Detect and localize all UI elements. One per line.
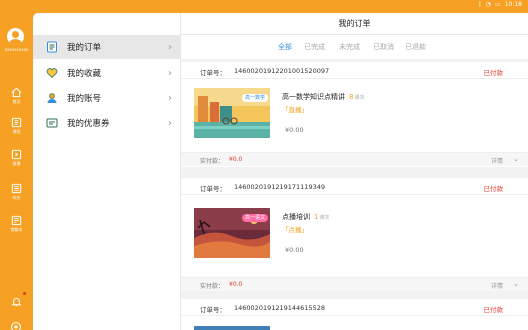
- menu-item-label: 我的订单: [67, 43, 102, 53]
- order-header: 订单号： 14600201912201001520097 已付款: [181, 62, 528, 79]
- lesson-unit: 课次: [319, 215, 330, 221]
- heart-icon: [46, 68, 58, 79]
- order-tabs: 全部 已完成 未完成 已取消 已退款: [181, 35, 528, 59]
- book-icon: [11, 117, 22, 128]
- status-bar: ᛒ ◔ ▭ 10:18: [0, 0, 528, 11]
- settings-icon[interactable]: [10, 321, 22, 330]
- course-type-tag: 「直播」: [282, 106, 308, 114]
- tab-incomplete[interactable]: 未完成: [339, 42, 360, 52]
- paid-amount: ¥0.0: [229, 281, 243, 288]
- course-title: 高一数学知识点精讲: [282, 93, 345, 101]
- order-status: 已付款: [483, 306, 504, 314]
- chevron-right-icon: ›: [168, 117, 172, 129]
- order-icon: [47, 41, 57, 53]
- order-header: 订单号： 1460020191219144615528 已付款: [181, 299, 528, 316]
- rail-item-live[interactable]: 直播: [0, 149, 33, 169]
- paid-amount: ¥0.0: [229, 156, 243, 163]
- tab-cancelled[interactable]: 已取消: [373, 42, 394, 52]
- rail-item-label: 作业: [12, 195, 21, 200]
- order-no-label: 订单号：: [200, 306, 226, 314]
- paid-label: 实付款：: [200, 283, 225, 290]
- course-price: ¥0.00: [285, 126, 304, 134]
- order-number: 1460020191219171119349: [234, 183, 325, 191]
- lesson-count: 8: [349, 93, 354, 101]
- rail-item-course[interactable]: 课程: [0, 117, 33, 137]
- menu-item-orders[interactable]: 我的订单 ›: [33, 35, 181, 59]
- order-footer: 实付款： ¥0.0 详情 ⌄: [181, 152, 528, 166]
- detail-button[interactable]: 详情: [491, 281, 503, 290]
- notification-dot: [23, 292, 26, 295]
- lesson-count: 1: [314, 213, 319, 221]
- rail-username: xxxxxxxxxx: [4, 47, 29, 52]
- play-icon: [11, 149, 22, 160]
- course-title-row[interactable]: 点播培训 1课次: [282, 212, 329, 222]
- order-card: 订单号： 14600201912201001520097 已付款 高一数学 高一…: [181, 62, 528, 167]
- course-price: ¥0.00: [285, 246, 304, 254]
- order-card: 订单号： 1460020191219171119349 已付款 高一语文 点播培…: [181, 178, 528, 291]
- course-title: 点播培训: [282, 213, 310, 221]
- course-badge: 高一语文: [241, 214, 268, 222]
- rail-item-notes[interactable]: 错题本: [0, 215, 33, 235]
- avatar[interactable]: [7, 28, 24, 45]
- chevron-right-icon: ›: [168, 67, 172, 79]
- rail-item-label: 首页: [12, 99, 21, 104]
- home-icon: [11, 87, 22, 98]
- rail-item-label: 课程: [12, 129, 21, 134]
- notes-icon: [11, 215, 22, 226]
- order-status: 已付款: [483, 185, 504, 193]
- user-icon: [47, 93, 57, 103]
- tab-refunded[interactable]: 已退款: [405, 42, 426, 52]
- menu-item-label: 我的收藏: [67, 69, 102, 79]
- menu-item-account[interactable]: 我的账号 ›: [33, 86, 181, 110]
- orders-panel: 我的订单 全部 已完成 未完成 已取消 已退款 订单号： 14600201912…: [181, 13, 528, 330]
- order-number: 1460020191219144615528: [234, 304, 325, 312]
- lesson-unit: 课次: [354, 95, 365, 101]
- account-menu: 我的订单 › 我的收藏 › 我的账号 › 我的优惠券 ›: [33, 13, 181, 330]
- wifi-icon: ◔: [485, 1, 492, 8]
- chevron-down-icon[interactable]: ⌄: [513, 155, 519, 163]
- left-rail: xxxxxxxxxx 首页 课程 直播 作业 错题本: [0, 11, 33, 330]
- chevron-right-icon: ›: [168, 92, 172, 104]
- bell-icon[interactable]: [11, 296, 22, 307]
- page-title: 我的订单: [181, 13, 528, 35]
- course-badge: 高一数学: [241, 94, 268, 102]
- battery-icon: ▭: [495, 1, 501, 8]
- rail-item-label: 直播: [12, 161, 21, 166]
- course-title-row[interactable]: 高一数学知识点精讲 8课次: [282, 92, 364, 102]
- menu-item-coupons[interactable]: 我的优惠券 ›: [33, 111, 181, 135]
- course-thumbnail[interactable]: 高一语文: [194, 208, 270, 258]
- homework-icon: [11, 183, 22, 194]
- menu-item-label: 我的账号: [67, 94, 102, 104]
- tab-all[interactable]: 全部: [278, 42, 292, 52]
- order-no-label: 订单号：: [200, 69, 226, 77]
- detail-button[interactable]: 详情: [491, 156, 503, 165]
- order-card: 订单号： 1460020191219144615528 已付款: [181, 299, 528, 330]
- paid-label: 实付款：: [200, 158, 225, 165]
- order-number: 14600201912201001520097: [234, 67, 330, 75]
- menu-item-label: 我的优惠券: [67, 119, 110, 129]
- coupon-icon: [46, 118, 58, 128]
- course-thumbnail[interactable]: [194, 326, 270, 330]
- status-icons: ᛒ ◔ ▭ 10:18: [478, 1, 522, 8]
- course-thumbnail[interactable]: 高一数学: [194, 88, 270, 138]
- status-time: 10:18: [504, 1, 522, 8]
- rail-item-homework[interactable]: 作业: [0, 183, 33, 203]
- bluetooth-icon: ᛒ: [478, 1, 482, 8]
- chevron-right-icon: ›: [168, 41, 172, 53]
- order-status: 已付款: [483, 69, 504, 77]
- chevron-down-icon[interactable]: ⌄: [513, 280, 519, 288]
- rail-item-home[interactable]: 首页: [0, 87, 33, 107]
- course-type-tag: 「点播」: [282, 226, 308, 234]
- order-header: 订单号： 1460020191219171119349 已付款: [181, 178, 528, 195]
- menu-item-favorites[interactable]: 我的收藏 ›: [33, 61, 181, 85]
- tab-completed[interactable]: 已完成: [304, 42, 325, 52]
- order-footer: 实付款： ¥0.0 详情 ⌄: [181, 277, 528, 291]
- order-no-label: 订单号：: [200, 185, 226, 193]
- rail-item-label: 错题本: [10, 227, 23, 232]
